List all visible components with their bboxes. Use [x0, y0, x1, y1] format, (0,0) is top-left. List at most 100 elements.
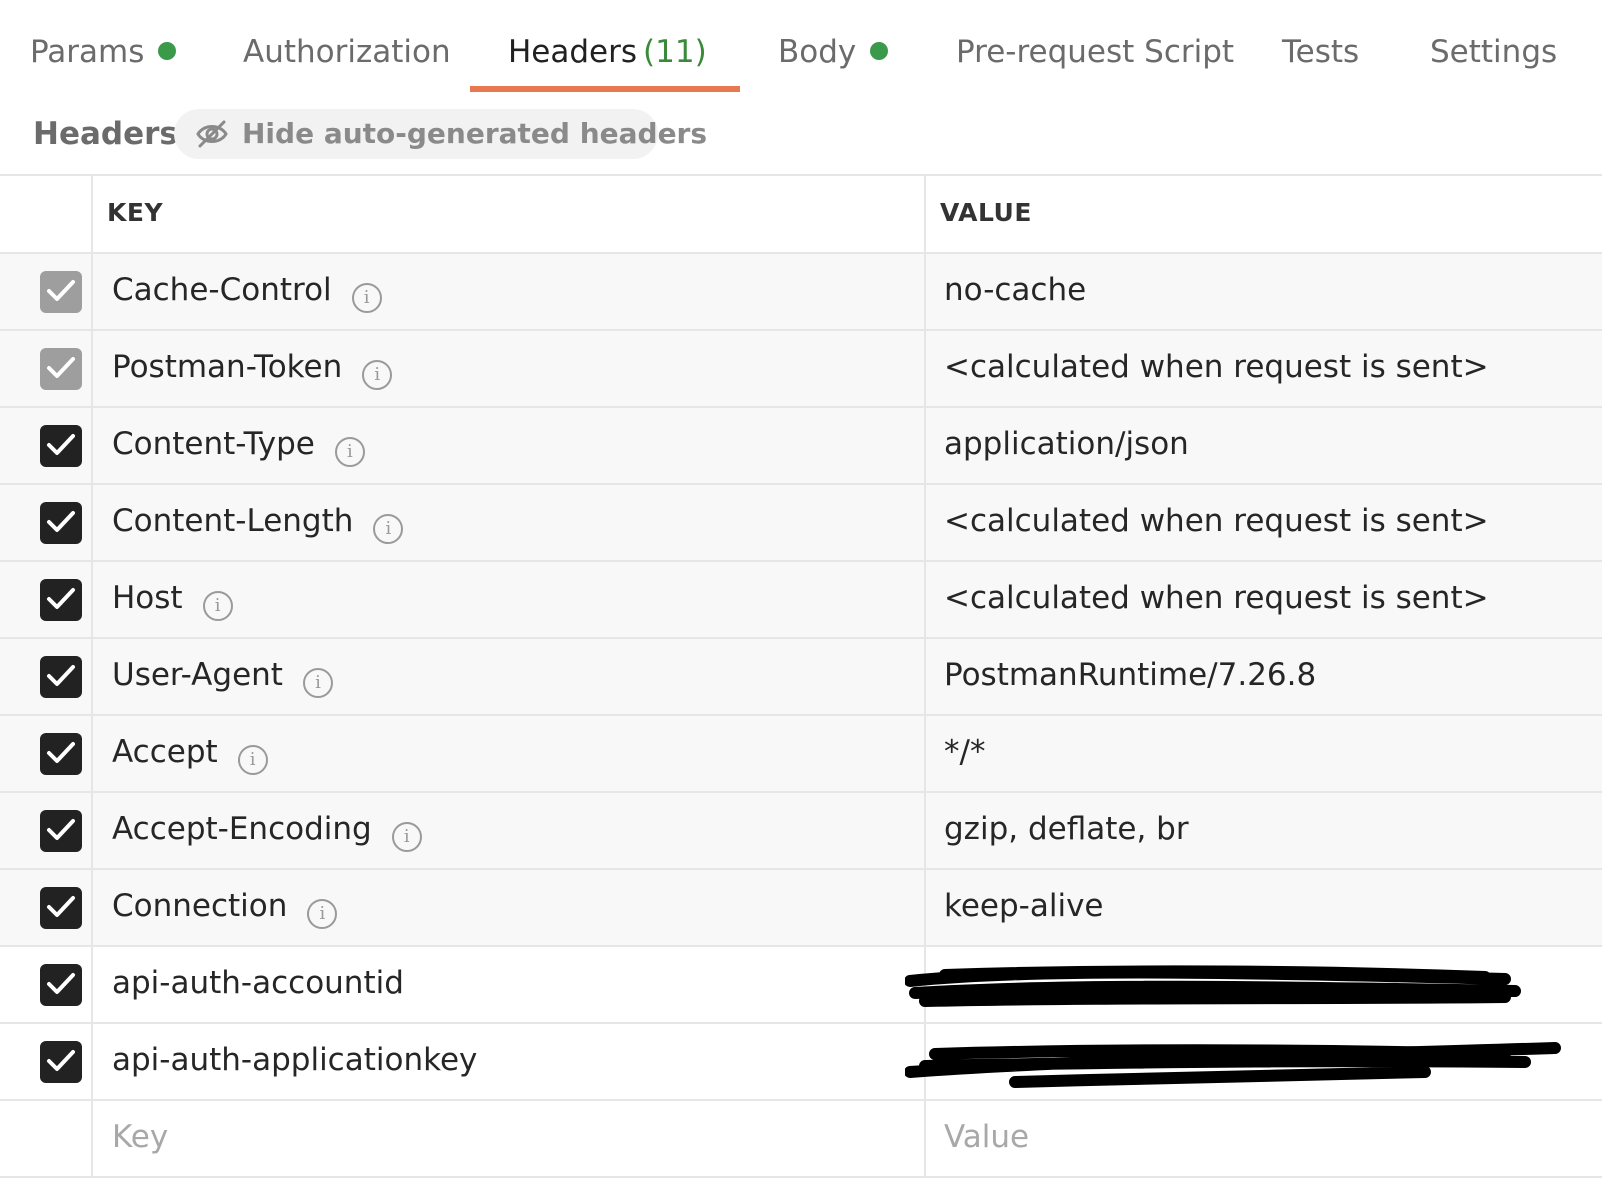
- table-row: Cache-Control i no-cache: [0, 254, 1602, 331]
- checkmark-icon: [47, 280, 75, 301]
- headers-count-badge: (11): [643, 34, 707, 70]
- header-value-cell[interactable]: */*: [944, 734, 985, 770]
- column-divider: [91, 639, 93, 714]
- header-value-cell[interactable]: PostmanRuntime/7.26.8: [944, 657, 1316, 693]
- status-dot-icon: [158, 41, 177, 60]
- header-value-cell[interactable]: <calculated when request is sent>: [944, 349, 1489, 385]
- column-divider: [924, 485, 926, 560]
- hide-auto-generated-headers-button[interactable]: Hide auto-generated headers: [174, 109, 707, 159]
- info-icon[interactable]: i: [307, 899, 338, 929]
- checkmark-icon: [47, 357, 75, 378]
- header-key-cell[interactable]: api-auth-accountid: [112, 965, 404, 1001]
- tab-body[interactable]: Body: [778, 30, 889, 74]
- header-key-cell[interactable]: Postman-Token i: [112, 349, 393, 390]
- column-divider: [91, 254, 93, 329]
- tab-tests[interactable]: Tests: [1282, 30, 1359, 74]
- checkmark-icon: [47, 665, 75, 686]
- row-checkbox[interactable]: [40, 733, 82, 775]
- header-value-cell[interactable]: gzip, deflate, br: [944, 811, 1189, 847]
- tab-settings[interactable]: Settings: [1430, 30, 1557, 74]
- row-checkbox[interactable]: [40, 502, 82, 544]
- new-value-input[interactable]: Value: [944, 1119, 1029, 1155]
- info-icon[interactable]: i: [391, 822, 422, 852]
- tab-tests-label: Tests: [1282, 34, 1360, 70]
- column-divider: [91, 716, 93, 791]
- column-divider: [924, 870, 926, 945]
- row-checkbox[interactable]: [40, 271, 82, 313]
- column-divider: [91, 1101, 93, 1176]
- column-divider: [91, 947, 93, 1022]
- header-key-text: Host: [112, 580, 183, 616]
- header-value-cell[interactable]: application/json: [944, 426, 1189, 462]
- column-divider: [924, 254, 926, 329]
- header-key-cell[interactable]: Accept i: [112, 734, 268, 775]
- column-divider: [924, 408, 926, 483]
- eye-off-icon: [196, 120, 228, 148]
- new-key-input[interactable]: Key: [112, 1119, 168, 1155]
- column-divider: [91, 793, 93, 868]
- info-icon[interactable]: i: [202, 591, 233, 621]
- column-divider: [924, 176, 926, 252]
- table-row: Content-Length i <calculated when request…: [0, 485, 1602, 562]
- row-checkbox[interactable]: [40, 1041, 82, 1083]
- header-key-cell[interactable]: api-auth-applicationkey: [112, 1042, 477, 1078]
- row-checkbox[interactable]: [40, 656, 82, 698]
- checkmark-icon: [47, 434, 75, 455]
- hide-auto-generated-headers-label: Hide auto-generated headers: [242, 117, 708, 150]
- checkmark-icon: [47, 819, 75, 840]
- row-checkbox[interactable]: [40, 425, 82, 467]
- header-key-text: Content-Type: [112, 426, 315, 462]
- row-checkbox[interactable]: [40, 887, 82, 929]
- column-divider: [91, 1024, 93, 1099]
- header-value-cell[interactable]: <calculated when request is sent>: [944, 580, 1489, 616]
- redaction-scribble: [905, 965, 1521, 1007]
- row-checkbox[interactable]: [40, 348, 82, 390]
- header-key-cell[interactable]: Content-Type i: [112, 426, 365, 467]
- table-header-row: KEY VALUE: [0, 174, 1602, 254]
- checkmark-icon: [47, 511, 75, 532]
- header-key-text: Accept: [112, 734, 218, 770]
- header-key-cell[interactable]: User-Agent i: [112, 657, 333, 698]
- info-icon[interactable]: i: [237, 745, 268, 775]
- header-key-cell[interactable]: Cache-Control i: [112, 272, 382, 313]
- info-icon[interactable]: i: [302, 668, 333, 698]
- info-icon[interactable]: i: [362, 360, 393, 390]
- tab-settings-label: Settings: [1430, 34, 1558, 70]
- new-header-row: Key Value: [0, 1101, 1602, 1178]
- headers-table: KEY VALUE Cache-Control i no-cache Postma…: [0, 174, 1602, 1178]
- redaction-scribble: [905, 1042, 1561, 1088]
- value-column-header: VALUE: [940, 198, 1032, 227]
- column-divider: [924, 331, 926, 406]
- tab-params-label: Params: [30, 34, 145, 70]
- header-value-cell[interactable]: keep-alive: [944, 888, 1104, 924]
- header-value-cell[interactable]: no-cache: [944, 272, 1086, 308]
- header-key-cell[interactable]: Content-Length i: [112, 503, 404, 544]
- header-value-cell[interactable]: <calculated when request is sent>: [944, 503, 1489, 539]
- tab-authorization[interactable]: Authorization: [243, 30, 451, 74]
- column-divider: [91, 870, 93, 945]
- row-checkbox[interactable]: [40, 964, 82, 1006]
- info-icon[interactable]: i: [373, 514, 404, 544]
- checkmark-icon: [47, 742, 75, 763]
- table-row: api-auth-accountid: [0, 947, 1602, 1024]
- header-key-text: Content-Length: [112, 503, 354, 539]
- info-icon[interactable]: i: [334, 437, 365, 467]
- column-divider: [91, 176, 93, 252]
- tab-headers[interactable]: Headers (11): [508, 30, 707, 74]
- header-key-cell[interactable]: Accept-Encoding i: [112, 811, 422, 852]
- header-key-cell[interactable]: Host i: [112, 580, 233, 621]
- tab-pre-request-script[interactable]: Pre-request Script: [956, 30, 1234, 74]
- header-key-cell[interactable]: Connection i: [112, 888, 338, 929]
- active-tab-underline: [470, 86, 740, 92]
- info-icon[interactable]: i: [351, 283, 382, 313]
- row-checkbox[interactable]: [40, 810, 82, 852]
- header-key-text: Cache-Control: [112, 272, 332, 308]
- request-tabs: Params Authorization Headers (11) Body Pr…: [0, 0, 1602, 96]
- column-divider: [91, 562, 93, 637]
- row-checkbox[interactable]: [40, 579, 82, 621]
- tab-params[interactable]: Params: [30, 30, 177, 74]
- headers-subheader: Headers Hide auto-generated headers: [0, 104, 1602, 174]
- checkmark-icon: [47, 588, 75, 609]
- table-row: User-Agent i PostmanRuntime/7.26.8: [0, 639, 1602, 716]
- checkmark-icon: [47, 1050, 75, 1071]
